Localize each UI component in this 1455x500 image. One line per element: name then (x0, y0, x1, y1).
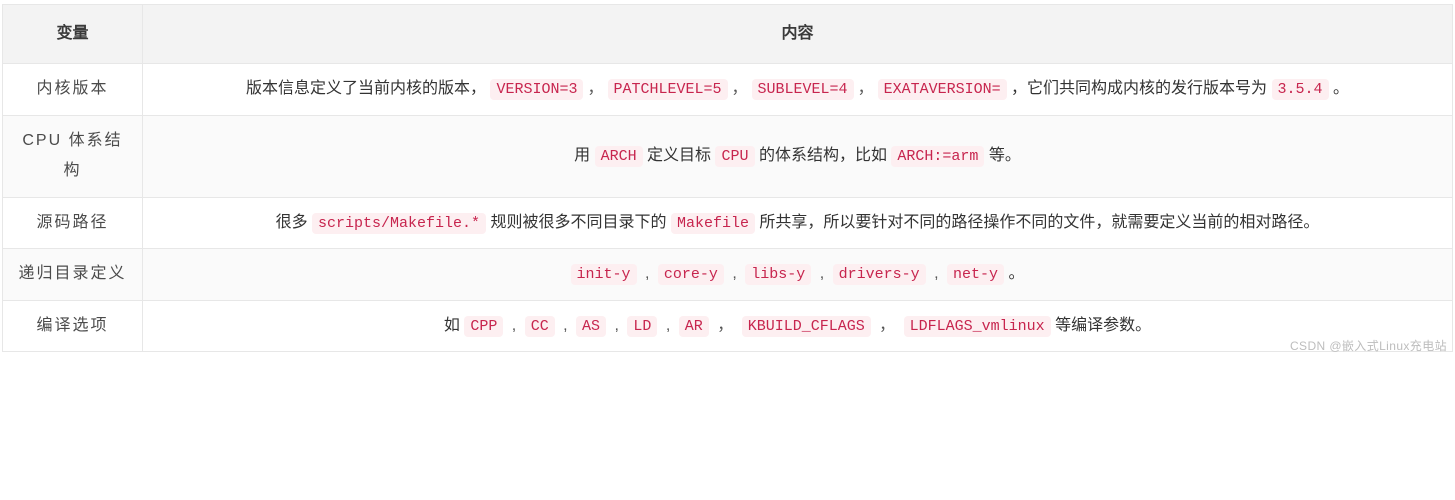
content-cell: 如 CPP , CC , AS , LD , AR ， KBUILD_CFLAG… (143, 300, 1453, 352)
table-header-row: 变量 内容 (3, 5, 1453, 64)
content-cell: 用 ARCH 定义目标 CPU 的体系结构，比如 ARCH:=arm 等。 (143, 115, 1453, 197)
separator-text: , (728, 265, 741, 282)
variable-name-cell: 源码路径 (3, 197, 143, 249)
body-text: 的体系结构，比如 (755, 147, 892, 164)
separator-text: , (641, 265, 654, 282)
code-token: drivers-y (833, 264, 926, 285)
body-text: 等编译参数。 (1051, 317, 1151, 334)
body-text: 所共享，所以要针对不同的路径操作不同的文件，就需要定义当前的相对路径。 (755, 214, 1319, 231)
code-token: ARCH (595, 146, 643, 167)
table-row: 递归目录定义init-y , core-y , libs-y , drivers… (3, 249, 1453, 301)
body-text: ，它们共同构成内核的发行版本号为 (1007, 80, 1272, 97)
separator-text: , (507, 317, 520, 334)
separator-text: ， (587, 80, 603, 97)
code-token: AR (679, 316, 709, 337)
body-text: 定义目标 (643, 147, 716, 164)
content-cell: 版本信息定义了当前内核的版本， VERSION=3，PATCHLEVEL=5，S… (143, 64, 1453, 116)
body-text: 版本信息定义了当前内核的版本， (246, 80, 490, 97)
document-page: 变量 内容 内核版本版本信息定义了当前内核的版本， VERSION=3，PATC… (0, 0, 1455, 356)
table-row: CPU 体系结构用 ARCH 定义目标 CPU 的体系结构，比如 ARCH:=a… (3, 115, 1453, 197)
body-text: 。 (1329, 80, 1349, 97)
separator-text: , (930, 265, 943, 282)
separator-text: ， (875, 317, 900, 334)
code-token: CPP (464, 316, 503, 337)
body-text: 。 (1004, 265, 1024, 282)
code-token: EXATAVERSION= (878, 79, 1007, 100)
separator-text: , (661, 317, 674, 334)
separator-text: ， (858, 80, 874, 97)
table-row: 源码路径很多 scripts/Makefile.* 规则被很多不同目录下的 Ma… (3, 197, 1453, 249)
code-token: 3.5.4 (1272, 79, 1329, 100)
code-token: net-y (947, 264, 1004, 285)
body-text: 如 (444, 317, 464, 334)
code-token: core-y (658, 264, 724, 285)
code-token: ARCH:=arm (891, 146, 984, 167)
separator-text: , (559, 317, 572, 334)
content-cell: 很多 scripts/Makefile.* 规则被很多不同目录下的 Makefi… (143, 197, 1453, 249)
body-text: 用 (574, 147, 594, 164)
variable-name-cell: 编译选项 (3, 300, 143, 352)
watermark: CSDN @嵌入式Linux充电站 (1290, 337, 1447, 354)
code-token: CC (525, 316, 555, 337)
code-token: scripts/Makefile.* (312, 213, 486, 234)
table-row: 内核版本版本信息定义了当前内核的版本， VERSION=3，PATCHLEVEL… (3, 64, 1453, 116)
table-body: 内核版本版本信息定义了当前内核的版本， VERSION=3，PATCHLEVEL… (3, 64, 1453, 352)
variable-name-cell: 内核版本 (3, 64, 143, 116)
variables-table: 变量 内容 内核版本版本信息定义了当前内核的版本， VERSION=3，PATC… (2, 4, 1453, 352)
code-token: PATCHLEVEL=5 (608, 79, 728, 100)
body-text: 等。 (984, 147, 1020, 164)
separator-text: , (815, 265, 828, 282)
content-cell: init-y , core-y , libs-y , drivers-y , n… (143, 249, 1453, 301)
variable-name-cell: CPU 体系结构 (3, 115, 143, 197)
code-token: Makefile (671, 213, 755, 234)
code-token: KBUILD_CFLAGS (742, 316, 871, 337)
header-content: 内容 (143, 5, 1453, 64)
code-token: LDFLAGS_vmlinux (904, 316, 1051, 337)
code-token: init-y (571, 264, 637, 285)
variable-name-cell: 递归目录定义 (3, 249, 143, 301)
separator-text: ， (713, 317, 738, 334)
separator-text: , (610, 317, 623, 334)
code-token: LD (627, 316, 657, 337)
body-text: 规则被很多不同目录下的 (486, 214, 671, 231)
code-token: VERSION=3 (490, 79, 583, 100)
code-token: SUBLEVEL=4 (752, 79, 854, 100)
code-token: CPU (715, 146, 754, 167)
header-var: 变量 (3, 5, 143, 64)
table-row: 编译选项如 CPP , CC , AS , LD , AR ， KBUILD_C… (3, 300, 1453, 352)
code-token: AS (576, 316, 606, 337)
separator-text: ， (732, 80, 748, 97)
body-text: 很多 (276, 214, 312, 231)
code-token: libs-y (745, 264, 811, 285)
